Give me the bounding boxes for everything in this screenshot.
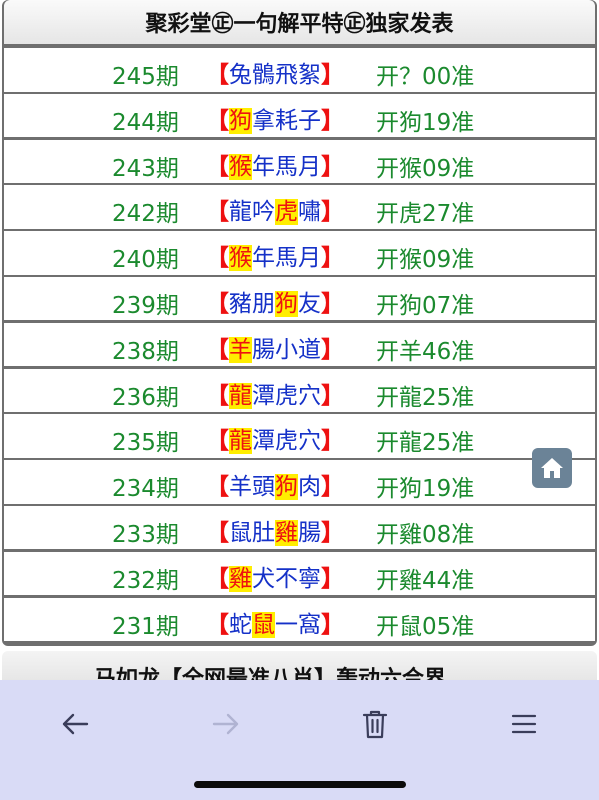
- panel-title: 聚彩堂㊣一句解平特㊣独家发表: [4, 0, 595, 44]
- row-phrase: 【羊頭狗肉】: [206, 474, 344, 501]
- prediction-row: 238期 【羊腸小道】 开羊46准: [4, 322, 595, 367]
- zodiac-highlight: 龍: [229, 382, 252, 409]
- prediction-row: 233期 【鼠肚雞腸】 开雞08准: [4, 505, 595, 550]
- zodiac-highlight: 雞: [229, 565, 252, 592]
- row-result: 开羊46准: [376, 338, 475, 365]
- arrow-left-icon: [62, 713, 89, 735]
- prediction-row: 239期 【豬朋狗友】 开狗07准: [4, 276, 595, 321]
- prediction-row: 243期 【猴年馬月】 开猴09准: [4, 139, 595, 184]
- delete-button[interactable]: [353, 702, 397, 746]
- row-period: 232期: [112, 567, 179, 594]
- hamburger-menu-icon: [511, 714, 537, 734]
- zodiac-highlight: 鼠: [252, 611, 275, 638]
- zodiac-highlight: 羊: [229, 336, 252, 363]
- row-phrase: 【雞犬不寧】: [206, 565, 344, 592]
- row-result: 开虎27准: [376, 201, 475, 228]
- zodiac-highlight: 猴: [229, 153, 252, 180]
- prediction-row: 242期 【龍吟虎嘯】 开虎27准: [4, 185, 595, 229]
- trash-icon: [362, 710, 388, 739]
- row-phrase: 【龍潭虎穴】: [206, 382, 344, 409]
- prediction-row: 232期 【雞犬不寧】 开雞44准: [4, 551, 595, 596]
- row-period: 238期: [112, 338, 179, 365]
- prediction-list: 245期 【兔鶻飛絮】 开？00准 244期 【狗拿耗子】 开狗19准 243期…: [4, 48, 595, 643]
- row-period: 233期: [112, 521, 179, 548]
- prediction-row: 231期 【蛇鼠一窩】 开鼠05准: [4, 597, 595, 642]
- prediction-row: 236期 【龍潭虎穴】 开龍25准: [4, 368, 595, 413]
- row-period: 231期: [112, 613, 179, 640]
- prediction-row: 244期 【狗拿耗子】 开狗19准: [4, 93, 595, 138]
- zodiac-highlight: 狗: [229, 107, 252, 134]
- zodiac-highlight: 龍: [229, 428, 252, 455]
- zodiac-highlight: 虎: [275, 199, 298, 226]
- row-phrase: 【猴年馬月】: [206, 245, 344, 272]
- row-result: 开雞44准: [376, 567, 475, 594]
- prediction-row: 240期 【猴年馬月】 开猴09准: [4, 231, 595, 275]
- row-result: 开雞08准: [376, 521, 475, 548]
- row-phrase: 【兔鶻飛絮】: [206, 62, 344, 88]
- zodiac-highlight: 猴: [229, 245, 252, 272]
- row-period: 244期: [112, 109, 179, 136]
- row-period: 242期: [112, 201, 179, 228]
- home-icon: [541, 458, 563, 478]
- row-phrase: 【蛇鼠一窩】: [206, 611, 344, 638]
- prediction-row: 245期 【兔鶻飛絮】 开？00准: [4, 48, 595, 92]
- row-phrase: 【狗拿耗子】: [206, 107, 344, 134]
- row-period: 243期: [112, 155, 179, 182]
- forward-button[interactable]: [204, 702, 248, 746]
- row-result: 开？00准: [376, 64, 475, 90]
- row-phrase: 【鼠肚雞腸】: [206, 519, 344, 546]
- row-result: 开猴09准: [376, 155, 475, 182]
- prediction-row: 235期 【龍潭虎穴】 开龍25准: [4, 414, 595, 458]
- row-result: 开狗19准: [376, 476, 475, 503]
- zodiac-highlight: 雞: [275, 519, 298, 546]
- zodiac-highlight: 狗: [275, 290, 298, 317]
- home-indicator[interactable]: [194, 781, 406, 788]
- row-phrase: 【龍吟虎嘯】: [206, 199, 344, 226]
- row-result: 开龍25准: [376, 384, 475, 411]
- row-period: 236期: [112, 384, 179, 411]
- row-period: 234期: [112, 476, 179, 503]
- row-phrase: 【猴年馬月】: [206, 153, 344, 180]
- arrow-right-icon: [212, 713, 239, 735]
- prediction-row: 234期 【羊頭狗肉】 开狗19准: [4, 460, 595, 504]
- row-period: 240期: [112, 247, 179, 274]
- row-result: 开狗07准: [376, 292, 475, 319]
- row-result: 开狗19准: [376, 109, 475, 136]
- row-phrase: 【龍潭虎穴】: [206, 428, 344, 455]
- menu-button[interactable]: [502, 702, 546, 746]
- row-result: 开龍25准: [376, 430, 475, 457]
- home-button[interactable]: [532, 448, 572, 488]
- back-button[interactable]: [53, 702, 97, 746]
- row-phrase: 【羊腸小道】: [206, 336, 344, 363]
- row-period: 235期: [112, 430, 179, 457]
- row-result: 开猴09准: [376, 247, 475, 274]
- row-period: 239期: [112, 292, 179, 319]
- row-phrase: 【豬朋狗友】: [206, 290, 344, 317]
- zodiac-highlight: 狗: [275, 474, 298, 501]
- row-period: 245期: [112, 64, 179, 90]
- row-result: 开鼠05准: [376, 613, 475, 640]
